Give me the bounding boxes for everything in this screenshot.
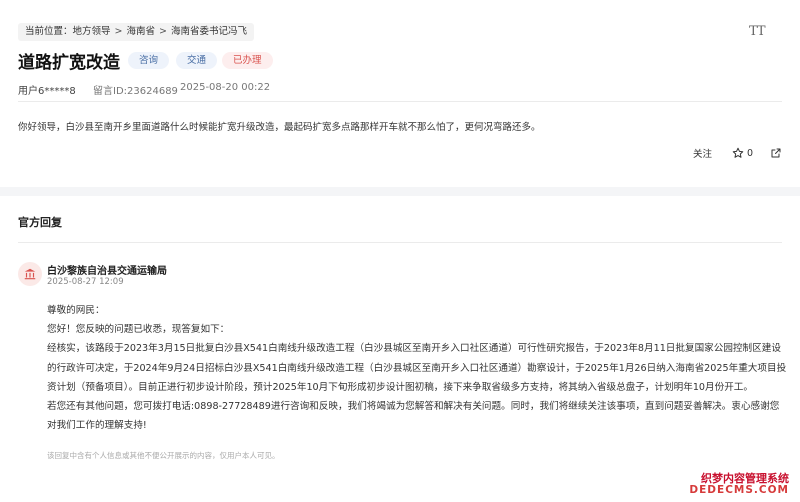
- font-size-icon[interactable]: TT: [749, 24, 766, 39]
- share-button[interactable]: [770, 147, 782, 159]
- share-icon: [771, 148, 781, 158]
- message-id: 留言ID:23624689: [93, 86, 178, 97]
- page-title: 道路扩宽改造: [18, 53, 120, 73]
- reply-department: 白沙黎族自治县交通运输局: [47, 266, 167, 277]
- watermark-line2: DEDECMS.COM: [689, 484, 789, 496]
- breadcrumb-prefix: 当前位置：: [25, 26, 73, 37]
- reply-section-title: 官方回复: [18, 216, 62, 229]
- breadcrumb-item-hainan[interactable]: 海南省: [127, 23, 156, 41]
- breadcrumb-item-secretary[interactable]: 海南省委书记冯飞: [171, 23, 247, 41]
- star-count: 0: [746, 147, 753, 159]
- reply-line: 对我们工作的理解支持!: [47, 420, 147, 432]
- star-button[interactable]: 0: [732, 147, 753, 159]
- watermark-logo: 织梦内容管理系统 DEDECMS.COM: [685, 470, 795, 498]
- reply-line: 若您还有其他问题，您可拨打电话:0898-27728489进行咨询和反映，我们将…: [47, 401, 780, 413]
- breadcrumb-item-local-leaders[interactable]: 地方领导: [73, 23, 111, 41]
- tag-traffic: 交通: [176, 52, 218, 69]
- privacy-note: 该回复中含有个人信息或其他不便公开展示的内容，仅用户本人可见。: [47, 451, 280, 460]
- star-icon: [732, 147, 744, 158]
- reply-body: 尊敬的网民： 您好！您反映的问题已收悉，现答复如下： 经核实，该路段于2023年…: [47, 301, 787, 435]
- reply-line: 资计划（预备项目）。目前正进行初步设计阶段，预计2025年10月下旬形成初步设计…: [47, 381, 753, 393]
- breadcrumb-separator: >: [114, 26, 123, 37]
- message-time: 2025-08-20 00:22: [180, 82, 271, 93]
- message-user: 用户6*****8: [18, 86, 76, 97]
- breadcrumb: 当前位置：地方领导 > 海南省 > 海南省委书记冯飞: [18, 23, 254, 41]
- breadcrumb-separator: >: [159, 26, 167, 37]
- divider: [18, 101, 782, 102]
- follow-button[interactable]: 关注: [693, 146, 712, 160]
- message-actions: 关注 0: [693, 145, 782, 161]
- government-building-icon: [24, 268, 36, 280]
- divider: [18, 242, 782, 243]
- reply-line: 经核实，该路段于2023年3月15日批复白沙县X541白南线升级改造工程（白沙县…: [47, 343, 781, 355]
- reply-time: 2025-08-27 12:09: [47, 277, 124, 287]
- message-content: 你好领导，白沙县至南开乡里面道路什么时候能扩宽升级改造，最起码扩宽多点路那样开车…: [18, 122, 541, 133]
- tag-consult: 咨询: [128, 52, 170, 69]
- reply-line: 的行政许可决定，于2024年9月24日招标白沙县X541白南线升级改造工程（白沙…: [47, 362, 787, 374]
- reply-line: 尊敬的网民：: [47, 305, 105, 316]
- status-badge: 已办理: [222, 52, 273, 69]
- message-card: 当前位置：地方领导 > 海南省 > 海南省委书记冯飞 TT 道路扩宽改造 咨询 交通 已…: [0, 0, 800, 187]
- avatar: [18, 262, 42, 286]
- reply-line: 您好！您反映的问题已收悉，现答复如下：: [47, 324, 230, 336]
